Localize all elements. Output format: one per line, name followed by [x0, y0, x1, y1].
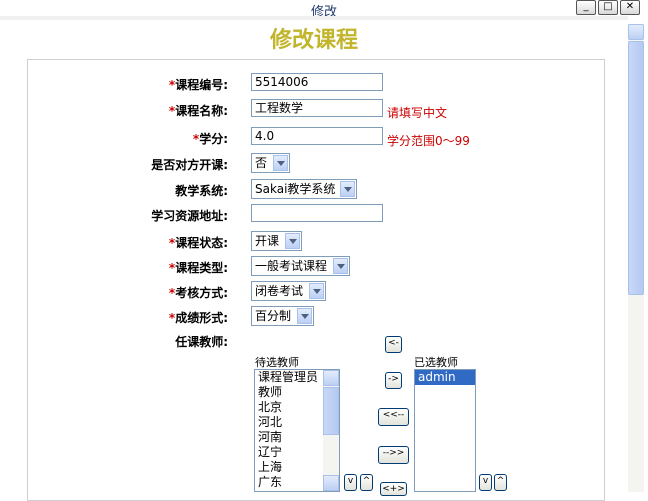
course-status-value: 开课 [255, 234, 280, 248]
available-teachers-title: 待选教师 [255, 356, 299, 369]
course-name-row: *课程名称: 工程数学 请填写中文 [0, 99, 640, 121]
exam-method-row: *考核方式: 闭卷考试 [0, 281, 640, 303]
grade-form-select[interactable]: 百分制 [251, 306, 314, 326]
selected-move-up-button[interactable]: ^ [494, 474, 507, 491]
course-status-select[interactable]: 开课 [251, 231, 302, 251]
course-code-row: *课程编号: 5514006 [0, 73, 640, 95]
exam-method-select[interactable]: 闭卷考试 [251, 281, 326, 301]
available-move-up-button[interactable]: ^ [360, 474, 373, 491]
selected-move-down-button[interactable]: v [479, 474, 492, 491]
teaching-system-select[interactable]: Sakai教学系统 [251, 179, 357, 199]
add-all-teachers-button[interactable]: -->> [378, 446, 409, 464]
label-text: 课程编号: [175, 78, 228, 92]
course-type-label: *课程类型: [169, 259, 228, 276]
label-text: 学分: [199, 132, 228, 146]
label-text: 课程类型: [175, 261, 228, 275]
scroll-up-button[interactable] [628, 24, 644, 40]
page-title: 修改课程 [269, 27, 358, 53]
exam-method-value: 闭卷考试 [255, 284, 304, 298]
page-scrollbar[interactable] [628, 24, 644, 492]
title-divider [0, 16, 628, 20]
course-name-hint: 请填写中文 [387, 106, 448, 120]
selected-teachers-list[interactable]: admin [414, 369, 476, 492]
grade-form-label: *成绩形式: [169, 309, 228, 326]
teachers-label: 任课教师: [175, 335, 228, 349]
maximize-button[interactable]: □ [598, 0, 618, 15]
chevron-down-icon[interactable] [333, 258, 348, 274]
scroll-down-button[interactable] [323, 475, 339, 491]
partial-button[interactable]: <+> [380, 482, 407, 496]
credit-row: *学分: 4.0 学分范围0～99 [0, 127, 640, 149]
teaching-system-row: 教学系统: Sakai教学系统 [0, 179, 640, 201]
label-text: 考核方式: [175, 286, 228, 300]
grade-form-row: *成绩形式: 百分制 [0, 306, 640, 328]
list-scrollbar[interactable] [323, 370, 339, 491]
close-button[interactable]: ✕ [620, 0, 640, 15]
credit-hint: 学分范围0～99 [387, 134, 470, 148]
chevron-down-icon[interactable] [285, 233, 300, 249]
teaching-system-label: 教学系统: [175, 184, 228, 198]
credit-input[interactable]: 4.0 [251, 127, 383, 145]
open-external-row: 是否对方开课: 否 [0, 153, 640, 175]
scroll-up-button[interactable] [323, 370, 339, 386]
chevron-down-icon[interactable] [273, 155, 288, 171]
scroll-thumb[interactable] [323, 387, 339, 435]
remove-all-teachers-button[interactable]: <<-- [378, 408, 409, 426]
course-name-label: *课程名称: [169, 102, 228, 119]
remove-teacher-button[interactable]: <- [385, 336, 402, 353]
grade-form-value: 百分制 [255, 309, 292, 323]
available-teachers-list[interactable]: 课程管理员 教师 北京 河北 河南 辽宁 上海 广东 [254, 369, 340, 492]
label-text: 成绩形式: [175, 311, 228, 325]
credit-label: *学分: [193, 130, 228, 147]
label-text: 课程状态: [175, 236, 228, 250]
add-teacher-button[interactable]: -> [385, 372, 402, 389]
label-text: 课程名称: [175, 104, 228, 118]
minimize-button[interactable]: _ [576, 0, 596, 15]
resource-url-label: 学习资源地址: [151, 209, 228, 223]
course-type-select[interactable]: 一般考试课程 [251, 256, 350, 276]
open-external-select[interactable]: 否 [251, 153, 290, 173]
course-status-row: *课程状态: 开课 [0, 231, 640, 253]
resource-url-input[interactable] [251, 204, 383, 222]
resource-url-row: 学习资源地址: [0, 204, 640, 226]
open-external-value: 否 [255, 156, 268, 170]
chevron-down-icon[interactable] [297, 308, 312, 324]
course-type-row: *课程类型: 一般考试课程 [0, 256, 640, 278]
chevron-down-icon[interactable] [309, 283, 324, 299]
teachers-row: 任课教师: [0, 330, 640, 352]
course-type-value: 一般考试课程 [255, 259, 328, 273]
chevron-down-icon[interactable] [340, 181, 355, 197]
window-controls: _ □ ✕ [574, 0, 640, 15]
course-status-label: *课程状态: [169, 234, 228, 251]
course-code-label: *课程编号: [169, 76, 228, 93]
list-item[interactable]: admin [415, 370, 475, 385]
selected-teachers-title: 已选教师 [414, 356, 458, 369]
exam-method-label: *考核方式: [169, 284, 228, 301]
available-move-down-button[interactable]: v [344, 474, 357, 491]
scroll-thumb[interactable] [628, 41, 644, 295]
open-external-label: 是否对方开课: [151, 158, 228, 172]
teaching-system-value: Sakai教学系统 [255, 182, 336, 196]
course-code-input[interactable]: 5514006 [251, 73, 383, 91]
course-name-input[interactable]: 工程数学 [251, 99, 383, 117]
